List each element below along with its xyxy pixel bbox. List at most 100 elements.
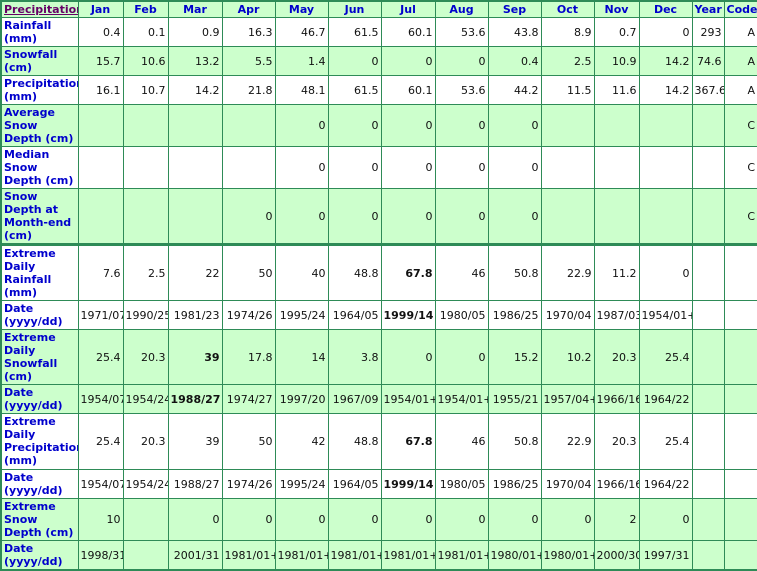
precipitation-table: Precipitation: JanFebMarAprMayJunJulAugS… (0, 0, 757, 571)
table-cell: 1964/05 (327, 469, 382, 499)
table-cell: 60.1 (380, 17, 436, 47)
table-cell (723, 413, 757, 470)
table-cell: 1997/20 (274, 384, 329, 414)
table-cell: 10.9 (593, 46, 640, 76)
title-link[interactable]: Precipitation (4, 3, 77, 16)
table-cell: 1988/27 (167, 384, 223, 414)
column-header-apr: Apr (221, 0, 276, 18)
table-cell: 1955/21 (487, 384, 542, 414)
table-cell: C (723, 104, 757, 147)
table-cell: 0.4 (77, 17, 124, 47)
table-cell: 0 (274, 104, 329, 147)
table-cell: 0.1 (122, 17, 169, 47)
table-cell: 0 (380, 188, 436, 245)
table-cell: A (723, 46, 757, 76)
table-cell: 1954/24 (122, 384, 169, 414)
table-cell: 0 (380, 104, 436, 147)
table-cell: 11.6 (593, 75, 640, 105)
table-cell: 0 (327, 146, 382, 189)
table-cell (723, 469, 757, 499)
header-row: Precipitation: JanFebMarAprMayJunJulAugS… (0, 0, 757, 18)
table-cell: 1954/24 (122, 469, 169, 499)
table-cell (638, 146, 693, 189)
table-cell: 0 (434, 146, 489, 189)
table-cell: 0 (487, 188, 542, 245)
table-cell: 39 (167, 413, 223, 470)
table-cell: 21.8 (221, 75, 276, 105)
table-cell: 1967/09 (327, 384, 382, 414)
row-label: Extreme Daily Rainfall (mm) (0, 243, 79, 301)
row-label: Extreme Daily Precipitation (mm) (0, 413, 79, 470)
table-cell (593, 104, 640, 147)
table-cell: 0 (487, 104, 542, 147)
table-cell (77, 146, 124, 189)
table-cell: 0 (638, 243, 693, 301)
table-cell: 22.9 (540, 413, 595, 470)
row-label: Extreme Snow Depth (cm) (0, 498, 79, 541)
table-row: Extreme Daily Snowfall (cm) 25.4 20.3 39 17.… (0, 329, 757, 385)
row-label: Snow Depth at Month-end (cm) (0, 188, 79, 245)
table-cell (122, 188, 169, 245)
table-cell: 1999/14 (380, 300, 436, 330)
column-header-may: May (274, 0, 329, 18)
table-cell: 0 (434, 104, 489, 147)
table-cell: 1974/27 (221, 384, 276, 414)
table-cell: 39 (167, 329, 223, 385)
table-row: Extreme Daily Rainfall (mm) 7.6 2.5 22 50 40 4… (0, 243, 757, 301)
table-cell: 0 (221, 188, 276, 245)
table-row: Average Snow Depth (cm) 0 0 0 0 0 C (0, 104, 757, 147)
column-header-dec: Dec (638, 0, 693, 18)
table-cell: 25.4 (77, 413, 124, 470)
table-cell: 25.4 (638, 413, 693, 470)
table-cell (122, 146, 169, 189)
table-cell: 15.7 (77, 46, 124, 76)
table-cell: 25.4 (77, 329, 124, 385)
table-cell: 10.6 (122, 46, 169, 76)
table-cell: A (723, 75, 757, 105)
table-cell (691, 384, 725, 414)
row-label: Date (yyyy/dd) (0, 300, 79, 330)
table-cell (723, 384, 757, 414)
table-cell: 1954/01+ (638, 300, 693, 330)
table-cell: C (723, 188, 757, 245)
table-row: Date (yyyy/dd) 1998/31 2001/31 1981/01+ 1981… (0, 540, 757, 571)
table-title[interactable]: Precipitation: (0, 0, 79, 18)
table-row: Snow Depth at Month-end (cm) 0 0 0 0 0 0 C (0, 188, 757, 245)
table-cell: 0 (638, 17, 693, 47)
table-cell: 10.2 (540, 329, 595, 385)
table-body: Rainfall (mm) 0.4 0.1 0.9 16.3 46.7 61.5 60.1 53… (0, 17, 757, 571)
row-label: Extreme Daily Snowfall (cm) (0, 329, 79, 385)
table-cell: 20.3 (593, 329, 640, 385)
table-cell (691, 243, 725, 301)
row-label: Rainfall (mm) (0, 17, 79, 47)
table-cell: 0 (540, 498, 595, 541)
table-cell: 0 (434, 329, 489, 385)
table-cell: 17.8 (221, 329, 276, 385)
table-cell: 0 (638, 498, 693, 541)
table-cell: 50.8 (487, 243, 542, 301)
table-cell: 1998/31 (77, 540, 124, 571)
table-cell: 1995/24 (274, 469, 329, 499)
table-cell: 1988/27 (167, 469, 223, 499)
table-cell: 1964/05 (327, 300, 382, 330)
table-row: Date (yyyy/dd) 1971/07 1990/25 1981/23 1974/… (0, 300, 757, 330)
table-cell: 15.2 (487, 329, 542, 385)
table-cell: 74.6 (691, 46, 725, 76)
table-cell: 14 (274, 329, 329, 385)
table-cell: 20.3 (593, 413, 640, 470)
table-cell (691, 498, 725, 541)
table-cell: 14.2 (638, 46, 693, 76)
row-label: Median Snow Depth (cm) (0, 146, 79, 189)
table-cell: 67.8 (380, 413, 436, 470)
table-cell: 1964/22 (638, 469, 693, 499)
table-cell: 293 (691, 17, 725, 47)
table-cell: 5.5 (221, 46, 276, 76)
table-cell (221, 104, 276, 147)
table-cell: 14.2 (167, 75, 223, 105)
table-cell: 0 (380, 146, 436, 189)
table-cell: 22.9 (540, 243, 595, 301)
table-cell: 1987/03 (593, 300, 640, 330)
table-cell: 1980/01+ (487, 540, 542, 571)
table-cell: 0 (487, 498, 542, 541)
table-cell: 46 (434, 413, 489, 470)
